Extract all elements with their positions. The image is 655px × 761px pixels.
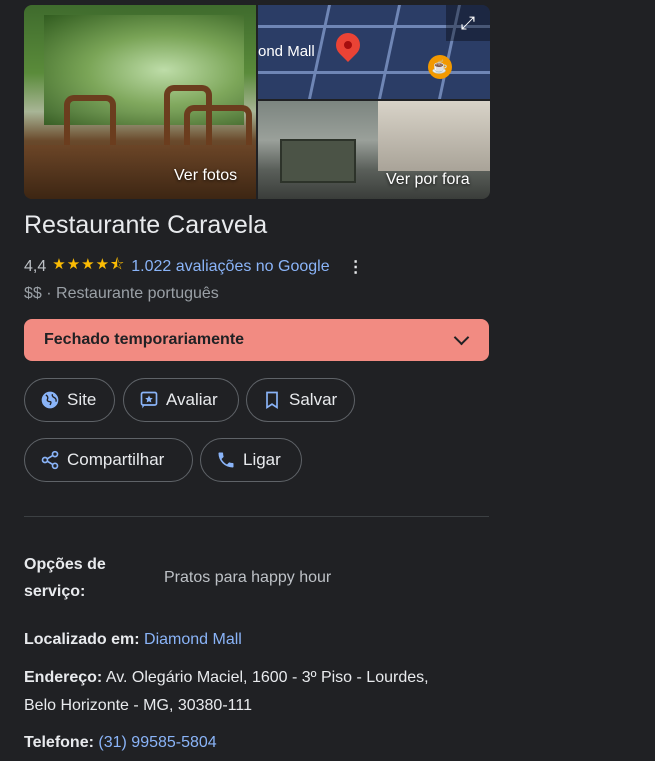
map-thumbnail[interactable]: ond Mall ☕ ⤢ [258, 5, 490, 99]
share-button[interactable]: Compartilhar [24, 438, 193, 482]
located-in-link[interactable]: Diamond Mall [144, 631, 242, 648]
share-icon [39, 449, 61, 471]
map-place-label: ond Mall [258, 43, 315, 60]
street-truck [280, 139, 356, 183]
address-label: Endereço: [24, 669, 103, 686]
place-category: Restaurante português [56, 285, 219, 302]
located-in-row: Localizado em: Diamond Mall [24, 626, 242, 654]
review-button-label: Avaliar [166, 390, 218, 409]
expand-icon[interactable]: ⤢ [446, 5, 490, 41]
street-building [378, 101, 490, 171]
review-star-icon [138, 389, 160, 411]
phone-link[interactable]: (31) 99585-5804 [98, 734, 216, 751]
rating-row: 4,4 ★★★★⯪ 1.022 avaliações no Google ⋮ [24, 254, 364, 279]
see-outside-label[interactable]: Ver por fora [376, 167, 480, 193]
more-options-icon[interactable]: ⋮ [348, 257, 364, 277]
section-divider [24, 516, 489, 517]
service-options-label-line2: serviço: [24, 583, 86, 600]
reviews-link[interactable]: 1.022 avaliações no Google [131, 258, 329, 276]
phone-row: Telefone: (31) 99585-5804 [24, 729, 217, 757]
rating-stars-icon: ★★★★⯪ [52, 256, 126, 273]
photo-interior[interactable]: Ver fotos [24, 5, 256, 199]
service-options-label: Opções de serviço: [24, 551, 106, 605]
save-button[interactable]: Salvar [246, 378, 355, 422]
address-line1: Av. Olegário Maciel, 1600 - 3º Piso - Lo… [105, 669, 429, 686]
price-level: $$ [24, 285, 42, 302]
place-title: Restaurante Caravela [24, 211, 268, 239]
map-road [378, 5, 401, 99]
phone-icon [215, 449, 237, 471]
site-button[interactable]: Site [24, 378, 115, 422]
street-view-thumbnail[interactable]: Ver por fora [258, 101, 490, 199]
phone-label: Telefone: [24, 734, 94, 751]
media-gallery: Ver fotos ond Mall ☕ ⤢ Ver por fora [24, 5, 490, 199]
address-line2: Belo Horizonte - MG, 30380-111 [24, 697, 252, 714]
coffee-cup-icon: ☕ [428, 55, 452, 79]
review-button[interactable]: Avaliar [123, 378, 239, 422]
globe-icon [39, 389, 61, 411]
status-label: Fechado temporariamente [44, 331, 245, 348]
rating-value: 4,4 [24, 257, 47, 275]
located-in-label: Localizado em: [24, 631, 140, 648]
call-button-label: Ligar [243, 450, 281, 469]
save-button-label: Salvar [289, 390, 338, 409]
place-subtitle: $$ · Restaurante português [24, 285, 219, 303]
bookmark-icon [261, 389, 283, 411]
location-pin-icon [331, 28, 365, 62]
see-photos-label[interactable]: Ver fotos [164, 163, 247, 189]
service-options-value: Pratos para happy hour [164, 569, 332, 586]
call-button[interactable]: Ligar [200, 438, 302, 482]
share-button-label: Compartilhar [67, 450, 165, 469]
status-dropdown[interactable]: Fechado temporariamente [24, 319, 489, 361]
subtitle-separator: · [41, 285, 57, 302]
chevron-down-icon [453, 329, 470, 346]
site-button-label: Site [67, 390, 97, 409]
address-row: Endereço: Av. Olegário Maciel, 1600 - 3º… [24, 664, 429, 720]
service-options-label-line1: Opções de [24, 556, 106, 573]
map-road [258, 71, 490, 74]
